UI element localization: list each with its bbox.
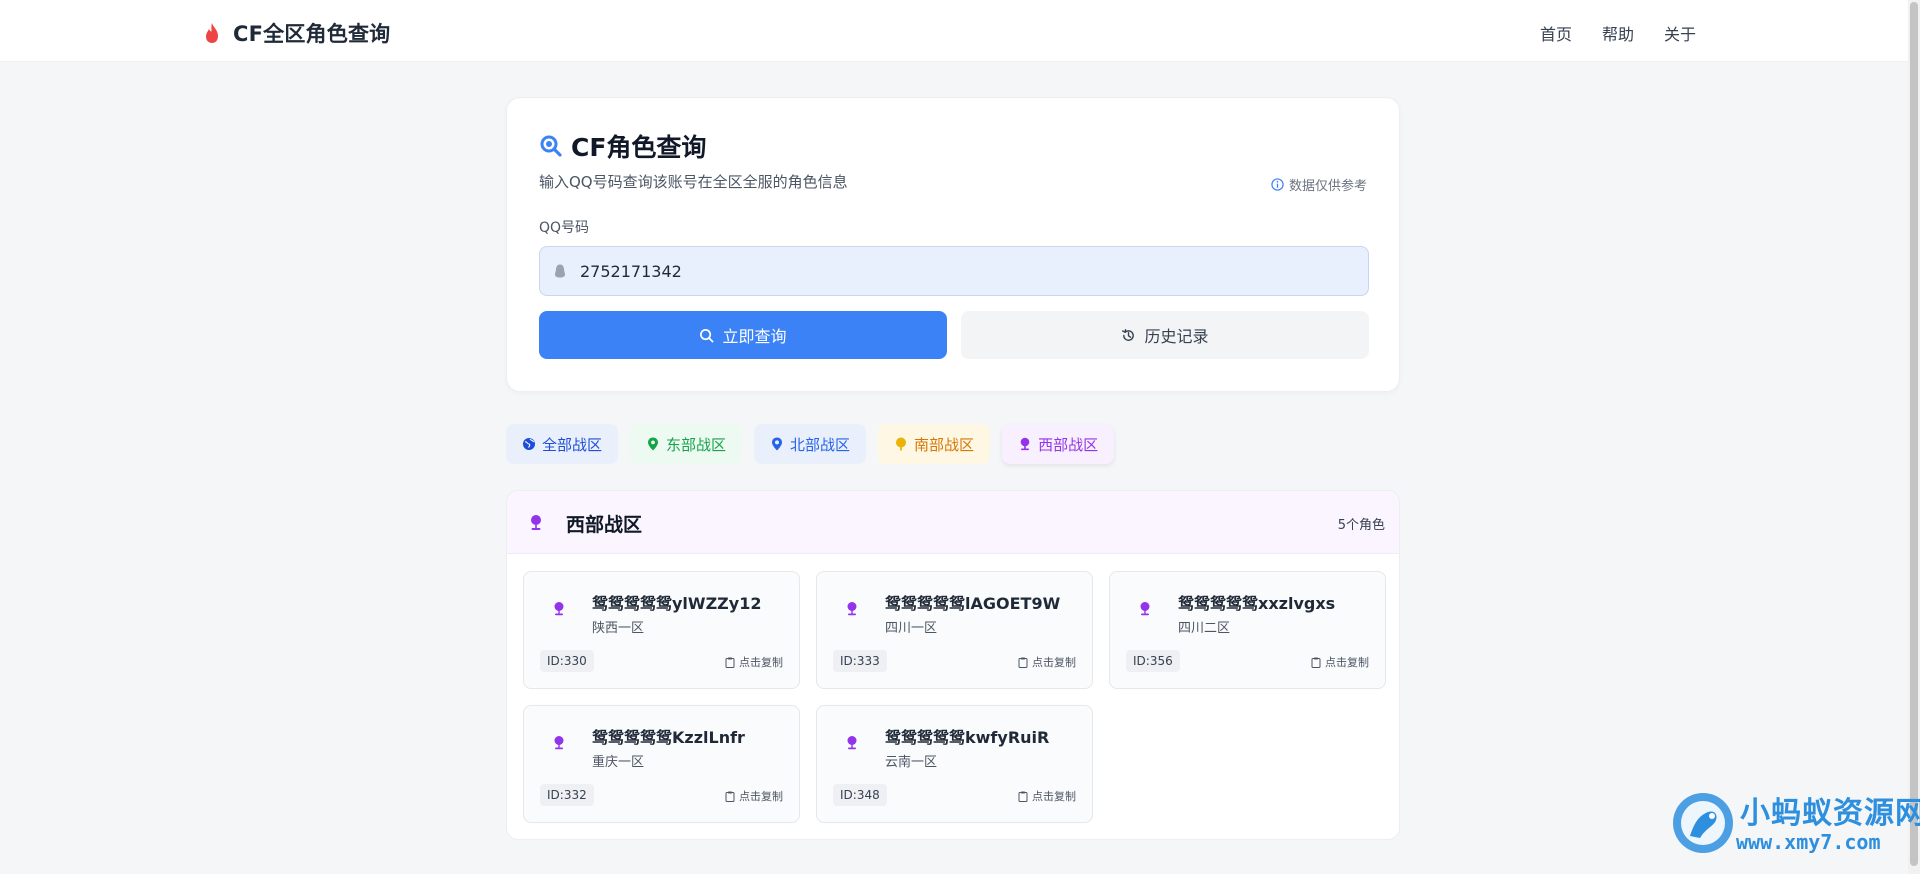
nav-links: 首页 帮助 关于 <box>1540 21 1696 45</box>
copy-button[interactable]: 点击复制 <box>725 654 783 670</box>
result-count: 5个角色 <box>1337 518 1385 533</box>
copy-button[interactable]: 点击复制 <box>1311 654 1369 670</box>
role-card[interactable]: 鸳鸳鸳鸳鸳ylWZZy12 陕西一区 ID:330 点击复制 <box>523 571 800 689</box>
pushpin-icon <box>554 602 564 616</box>
tab-south-region[interactable]: 南部战区 <box>878 424 991 464</box>
watermark: 小蚂蚁资源网 www.xmy7.com <box>1664 786 1920 874</box>
page: CF全区角色查询 首页 帮助 关于 CF角色查询 输入QQ号码查询该账号在全区全… <box>0 0 1920 874</box>
tab-label: 南部战区 <box>914 435 975 454</box>
map-pin-icon <box>648 437 659 451</box>
tab-all-regions[interactable]: 全部战区 <box>506 424 619 464</box>
top-nav: CF全区角色查询 首页 帮助 关于 <box>0 0 1908 62</box>
copy-button[interactable]: 点击复制 <box>1018 654 1076 670</box>
role-name: 鸳鸳鸳鸳鸳xxzlvgxs <box>1178 594 1336 613</box>
role-id-badge: ID:330 <box>540 650 594 672</box>
watermark-url: www.xmy7.com <box>1736 830 1881 854</box>
result-header: 西部战区 5个角色 <box>507 491 1399 554</box>
pushpin-icon <box>531 515 541 530</box>
role-id-badge: ID:348 <box>833 784 887 806</box>
role-server: 四川一区 <box>885 621 938 636</box>
role-server: 四川二区 <box>1178 621 1231 636</box>
nav-link-home[interactable]: 首页 <box>1540 21 1572 45</box>
clipboard-icon <box>725 791 735 802</box>
tab-west-region[interactable]: 西部战区 <box>1002 424 1115 464</box>
copy-button[interactable]: 点击复制 <box>725 788 783 804</box>
copy-button[interactable]: 点击复制 <box>1018 788 1076 804</box>
disclaimer: 数据仅供参考 <box>1271 175 1367 194</box>
globe-icon <box>523 438 535 450</box>
role-id-badge: ID:333 <box>833 650 887 672</box>
history-icon <box>1122 328 1135 341</box>
info-icon <box>1271 178 1284 191</box>
tab-label: 东部战区 <box>666 435 727 454</box>
clipboard-icon <box>725 657 735 668</box>
card-title: CF角色查询 <box>571 133 707 162</box>
tab-north-region[interactable]: 北部战区 <box>754 424 867 464</box>
scrollbar-thumb[interactable] <box>1910 2 1918 866</box>
role-card[interactable]: 鸳鸳鸳鸳鸳xxzlvgxs 四川二区 ID:356 点击复制 <box>1109 571 1386 689</box>
result-title: 西部战区 <box>566 514 643 536</box>
role-card[interactable]: 鸳鸳鸳鸳鸳KzzlLnfr 重庆一区 ID:332 点击复制 <box>523 705 800 823</box>
flame-icon <box>206 23 218 43</box>
role-name: 鸳鸳鸳鸳鸳KzzlLnfr <box>592 728 745 747</box>
tab-label: 北部战区 <box>790 435 851 454</box>
nav-link-about[interactable]: 关于 <box>1664 21 1696 45</box>
brand[interactable]: CF全区角色查询 <box>203 18 390 48</box>
pushpin-icon <box>847 736 857 750</box>
card-header: CF角色查询 <box>539 128 706 164</box>
copy-label: 点击复制 <box>739 790 783 803</box>
tab-east-region[interactable]: 东部战区 <box>630 424 743 464</box>
pushpin-icon <box>1140 602 1150 616</box>
watermark-site-name: 小蚂蚁资源网 <box>1740 796 1920 831</box>
search-magnifier-icon <box>540 135 562 157</box>
nav-link-help[interactable]: 帮助 <box>1602 21 1634 45</box>
copy-label: 点击复制 <box>1325 656 1369 669</box>
clipboard-icon <box>1311 657 1321 668</box>
card-subtitle: 输入QQ号码查询该账号在全区全服的角色信息 <box>539 173 848 191</box>
role-server: 重庆一区 <box>592 755 645 770</box>
role-name: 鸳鸳鸳鸳鸳lAGOET9W <box>885 594 1061 613</box>
pushpin-icon <box>554 736 564 750</box>
tab-label: 西部战区 <box>1038 435 1099 454</box>
history-button[interactable]: 历史记录 <box>961 311 1369 359</box>
vertical-scrollbar[interactable] <box>1908 0 1920 874</box>
disclaimer-text: 数据仅供参考 <box>1288 179 1367 194</box>
role-server: 云南一区 <box>885 755 938 770</box>
pushpin-icon <box>847 602 857 616</box>
role-id-badge: ID:332 <box>540 784 594 806</box>
result-panel: 西部战区 5个角色 鸳鸳鸳鸳鸳ylWZZy12 陕西一区 ID:330 点击复制 <box>506 490 1400 840</box>
query-button[interactable]: 立即查询 <box>539 311 947 359</box>
region-tabs: 全部战区 东部战区 北部战区 南部战区 西部战区 <box>506 424 1115 464</box>
pin-icon <box>896 437 907 451</box>
role-card[interactable]: 鸳鸳鸳鸳鸳kwfyRuiR 云南一区 ID:348 点击复制 <box>816 705 1093 823</box>
role-name: 鸳鸳鸳鸳鸳ylWZZy12 <box>592 594 762 613</box>
qq-field-label: QQ号码 <box>539 220 590 236</box>
search-card: CF角色查询 输入QQ号码查询该账号在全区全服的角色信息 数据仅供参考 QQ号码… <box>506 97 1400 392</box>
copy-label: 点击复制 <box>739 656 783 669</box>
pushpin-icon <box>1020 437 1030 451</box>
role-name: 鸳鸳鸳鸳鸳kwfyRuiR <box>885 728 1050 747</box>
copy-label: 点击复制 <box>1032 656 1076 669</box>
clipboard-icon <box>1018 791 1028 802</box>
qq-input[interactable] <box>580 261 1340 281</box>
query-button-label: 立即查询 <box>722 329 787 346</box>
search-icon <box>700 328 714 342</box>
history-button-label: 历史记录 <box>1144 329 1209 346</box>
role-card[interactable]: 鸳鸳鸳鸳鸳lAGOET9W 四川一区 ID:333 点击复制 <box>816 571 1093 689</box>
qq-penguin-icon <box>555 264 565 278</box>
role-server: 陕西一区 <box>592 621 645 636</box>
qq-input-wrapper[interactable] <box>539 246 1369 296</box>
tab-label: 全部战区 <box>542 435 603 454</box>
copy-label: 点击复制 <box>1032 790 1076 803</box>
map-marker-icon <box>772 437 783 451</box>
brand-title: CF全区角色查询 <box>233 22 391 46</box>
clipboard-icon <box>1018 657 1028 668</box>
ant-logo-icon <box>1673 793 1733 853</box>
role-id-badge: ID:356 <box>1126 650 1180 672</box>
